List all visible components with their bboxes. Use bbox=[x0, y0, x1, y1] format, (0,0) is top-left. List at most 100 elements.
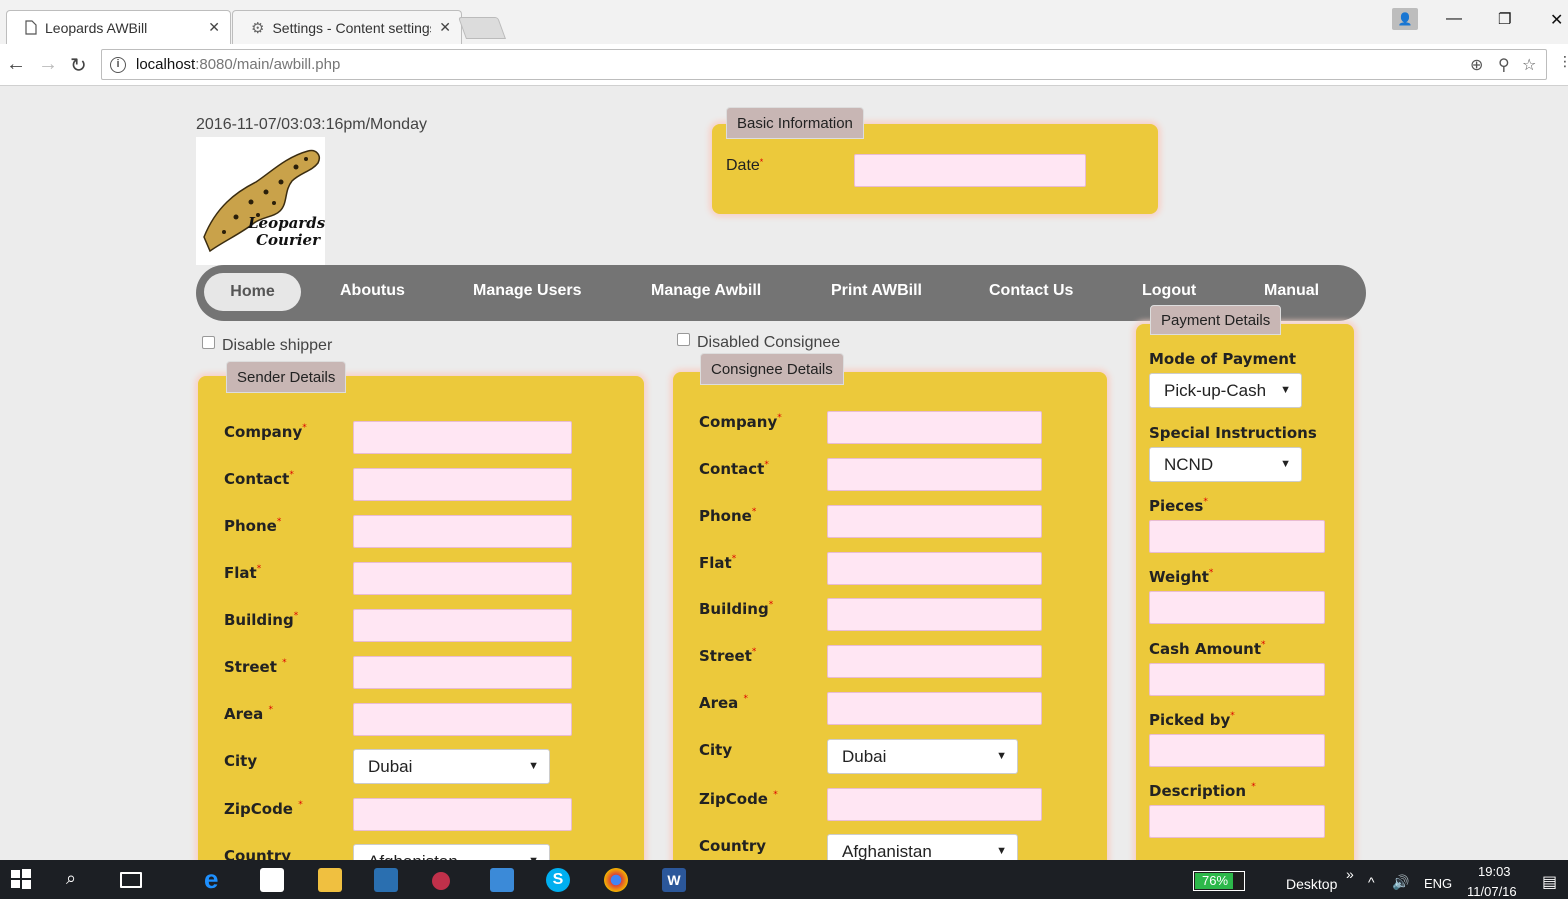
page-icon bbox=[25, 20, 37, 35]
consignee-contact-input[interactable] bbox=[827, 458, 1042, 491]
zoom-icon[interactable]: ⊕ bbox=[1470, 55, 1483, 75]
tab-title: Leopards AWBill bbox=[45, 19, 148, 36]
nav-manage-awbill[interactable]: Manage Awbill bbox=[651, 282, 761, 300]
volume-icon[interactable]: 🔊 bbox=[1392, 874, 1409, 891]
consignee-phone-input[interactable] bbox=[827, 505, 1042, 538]
restore-icon[interactable]: ❐ bbox=[1498, 10, 1511, 28]
store-icon[interactable] bbox=[260, 868, 284, 892]
chevron-up-icon[interactable]: ^ bbox=[1368, 874, 1375, 890]
back-icon[interactable]: ← bbox=[6, 53, 26, 76]
chrome-icon[interactable] bbox=[604, 868, 628, 892]
skype-icon[interactable]: S bbox=[546, 868, 570, 892]
sender-phone-input[interactable] bbox=[353, 515, 572, 548]
app-icon[interactable] bbox=[432, 872, 450, 890]
nav-manage-users[interactable]: Manage Users bbox=[473, 282, 582, 300]
picked-by-input[interactable] bbox=[1149, 734, 1325, 767]
tab-settings[interactable]: ⚙ Settings - Content settings ✕ bbox=[232, 10, 462, 44]
chevron-down-icon: ▼ bbox=[1280, 458, 1291, 470]
task-view-icon[interactable] bbox=[120, 872, 142, 888]
consignee-flat-input[interactable] bbox=[827, 552, 1042, 585]
consignee-company-label: Company* bbox=[699, 413, 782, 431]
edge-icon[interactable]: e bbox=[204, 864, 228, 894]
mode-of-payment-select[interactable]: Pick-up-Cash ▼ bbox=[1149, 373, 1302, 408]
pieces-label: Pieces* bbox=[1149, 497, 1208, 515]
consignee-company-input[interactable] bbox=[827, 411, 1042, 444]
menu-icon[interactable]: ⋮ bbox=[1558, 53, 1568, 70]
sender-building-input[interactable] bbox=[353, 609, 572, 642]
page-datetime: 2016-11-07/03:03:16pm/Monday bbox=[196, 116, 427, 133]
nav-aboutus[interactable]: Aboutus bbox=[340, 282, 405, 300]
new-tab-button[interactable] bbox=[457, 17, 507, 39]
sender-street-input[interactable] bbox=[353, 656, 572, 689]
consignee-country-label: Country bbox=[699, 837, 767, 855]
disabled-consignee-checkbox[interactable] bbox=[677, 333, 690, 346]
info-icon[interactable]: i bbox=[110, 56, 126, 73]
sender-country-label: Country bbox=[224, 847, 292, 860]
nav-home[interactable]: Home bbox=[204, 273, 301, 311]
pieces-input[interactable] bbox=[1149, 520, 1325, 553]
close-window-icon[interactable]: ✕ bbox=[1550, 10, 1563, 30]
nav-logout[interactable]: Logout bbox=[1142, 282, 1196, 300]
profile-icon[interactable]: 👤 bbox=[1392, 8, 1418, 30]
close-icon[interactable]: ✕ bbox=[208, 19, 220, 36]
chevrons-icon[interactable]: » bbox=[1346, 866, 1354, 882]
consignee-zipcode-input[interactable] bbox=[827, 788, 1042, 821]
consignee-street-input[interactable] bbox=[827, 645, 1042, 678]
nav-contact-us[interactable]: Contact Us bbox=[989, 282, 1073, 300]
date-input[interactable] bbox=[854, 154, 1086, 187]
disable-shipper-checkbox[interactable] bbox=[202, 336, 215, 349]
date-label: Date* bbox=[726, 157, 764, 174]
desktop-label[interactable]: Desktop bbox=[1286, 876, 1337, 892]
consignee-area-input[interactable] bbox=[827, 692, 1042, 725]
web-page: 2016-11-07/03:03:16pm/Monday Leopards Co… bbox=[0, 86, 1568, 860]
consignee-city-select[interactable]: Dubai ▼ bbox=[827, 739, 1018, 774]
sender-company-input[interactable] bbox=[353, 421, 572, 454]
consignee-city-label: City bbox=[699, 741, 733, 759]
weight-input[interactable] bbox=[1149, 591, 1325, 624]
sender-contact-input[interactable] bbox=[353, 468, 572, 501]
cash-amount-input[interactable] bbox=[1149, 663, 1325, 696]
notification-icon[interactable]: ▤ bbox=[1542, 872, 1557, 892]
consignee-country-select[interactable]: Afghanistan ▼ bbox=[827, 834, 1018, 860]
sender-zipcode-input[interactable] bbox=[353, 798, 572, 831]
nav-manual[interactable]: Manual bbox=[1264, 282, 1319, 300]
reload-icon[interactable]: ↻ bbox=[70, 53, 87, 78]
logo-text: Leopards Courier bbox=[248, 214, 326, 249]
search-icon[interactable]: ⌕ bbox=[66, 868, 90, 892]
nav-print-awbill[interactable]: Print AWBill bbox=[831, 282, 922, 300]
cash-amount-label: Cash Amount* bbox=[1149, 640, 1266, 658]
description-label: Description * bbox=[1149, 782, 1256, 800]
windows-start-icon[interactable] bbox=[10, 868, 34, 892]
mode-of-payment-label: Mode of Payment bbox=[1149, 350, 1297, 368]
close-icon[interactable]: ✕ bbox=[439, 19, 451, 36]
forward-icon[interactable]: → bbox=[38, 53, 58, 76]
remote-desktop-icon[interactable] bbox=[374, 868, 398, 892]
consignee-building-input[interactable] bbox=[827, 598, 1042, 631]
minimize-icon[interactable]: — bbox=[1446, 10, 1462, 28]
description-input[interactable] bbox=[1149, 805, 1325, 838]
special-instructions-select[interactable]: NCND ▼ bbox=[1149, 447, 1302, 482]
pin-icon[interactable]: ⚲ bbox=[1498, 55, 1510, 75]
sender-country-select[interactable]: Afghanistan▼ bbox=[353, 844, 550, 860]
battery-icon[interactable]: 76% bbox=[1193, 871, 1245, 891]
windows-taskbar: ⌕ e S W 76% Desktop » ^ 🔊 ENG 19:03 11/0… bbox=[0, 860, 1568, 899]
address-bar[interactable]: i localhost:8080/main/awbill.php ⊕ ⚲ ☆ bbox=[101, 49, 1547, 80]
chevron-down-icon: ▼ bbox=[996, 845, 1007, 857]
publisher-icon[interactable] bbox=[490, 868, 514, 892]
sender-zipcode-label: ZipCode * bbox=[224, 800, 303, 818]
gear-icon: ⚙ bbox=[251, 19, 265, 37]
word-icon[interactable]: W bbox=[662, 868, 686, 892]
file-explorer-icon[interactable] bbox=[318, 868, 342, 892]
star-icon[interactable]: ☆ bbox=[1522, 55, 1536, 75]
chevron-down-icon: ▼ bbox=[528, 760, 539, 772]
sender-area-input[interactable] bbox=[353, 703, 572, 736]
language-indicator[interactable]: ENG bbox=[1424, 876, 1452, 891]
sender-building-label: Building* bbox=[224, 611, 299, 629]
consignee-zipcode-label: ZipCode * bbox=[699, 790, 778, 808]
consignee-building-label: Building* bbox=[699, 600, 774, 618]
sender-street-label: Street * bbox=[224, 658, 287, 676]
sender-flat-input[interactable] bbox=[353, 562, 572, 595]
tab-leopards-awbill[interactable]: Leopards AWBill ✕ bbox=[6, 10, 231, 44]
browser-tab-strip: Leopards AWBill ✕ ⚙ Settings - Content s… bbox=[0, 0, 1568, 44]
sender-city-select[interactable]: Dubai ▼ bbox=[353, 749, 550, 784]
